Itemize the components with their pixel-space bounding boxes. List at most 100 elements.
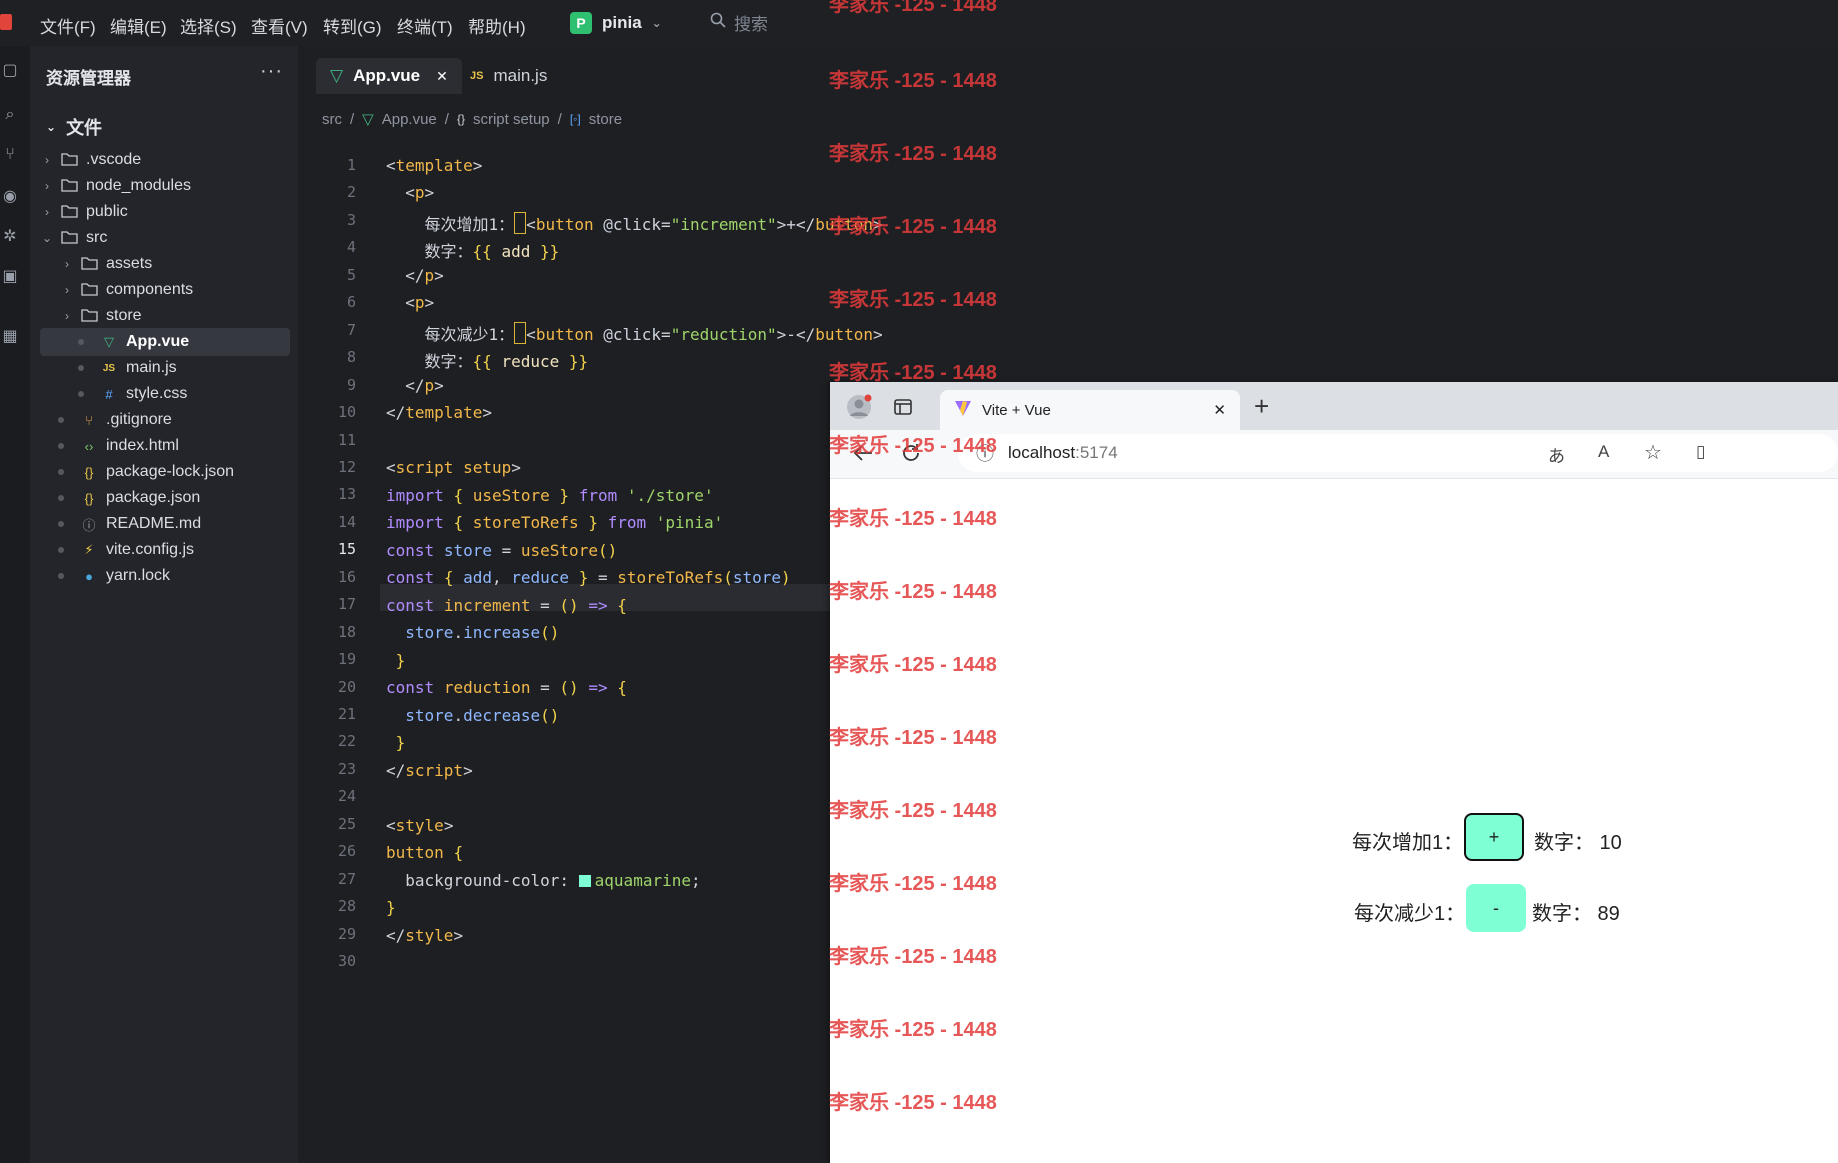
plugin-icon[interactable]: ◉ [0,186,20,206]
dot-indicator [58,521,64,527]
tree-item-label: store [106,307,142,324]
line-number: 4 [346,238,356,256]
breadcrumb-item[interactable]: App.vue [382,111,437,128]
url-host: localhost [1008,443,1076,462]
tree-item-label: README.md [106,515,202,532]
breadcrumb-item[interactable]: src [322,111,342,128]
json-icon: {} [84,490,94,506]
code-line: const increment = () => { [386,596,627,615]
tree-item-label: assets [106,255,153,272]
tab-main-js[interactable]: JS main.js [456,58,561,94]
tree-item-assets[interactable]: › assets [60,250,290,278]
folder-open-icon [60,230,78,247]
menu-goto[interactable]: 转到(G) [323,13,382,38]
chevron-right-icon: › [65,309,69,323]
code-line: import { storeToRefs } from 'pinia' [386,513,724,532]
tree-item-components[interactable]: › components [60,276,290,304]
tree-item-node-modules[interactable]: › node_modules [40,172,290,200]
tree-item-yarn-lock[interactable]: ● yarn.lock [40,562,290,590]
code-line: </p> [405,376,444,395]
url-port: :5174 [1075,443,1118,462]
profile-avatar-icon[interactable] [846,394,872,425]
address-bar[interactable]: ⓘ localhost :5174 あ A ☆ ▯ [958,434,1838,472]
tree-item-src[interactable]: ⌄ src [40,224,290,252]
menu-help[interactable]: 帮助(H) [468,13,526,38]
extensions-icon[interactable]: ▦ [0,326,20,346]
text-cursor [514,322,527,344]
tree-item-main-js[interactable]: JS main.js [40,354,290,382]
translate-icon[interactable]: あ [1548,442,1565,467]
line-number: 29 [337,925,356,943]
vue-icon: ▽ [362,111,374,128]
tree-item-style-css[interactable]: # style.css [40,380,290,408]
tab-actions-icon[interactable] [893,397,913,422]
braces-icon: {} [456,112,465,126]
more-icon[interactable]: ··· [260,60,283,83]
yarn-icon: ● [85,568,93,584]
folder-icon [80,256,98,273]
search-icon[interactable]: ⌕ [0,106,20,126]
dot-indicator [78,339,84,345]
line-number: 3 [346,211,356,229]
files-section-header[interactable]: ⌄ 文件 [46,114,102,140]
line-number: 2 [346,183,356,201]
remote-icon[interactable]: ▣ [0,266,20,286]
tree-item-vscode[interactable]: › .vscode [40,146,290,174]
line-number: 12 [337,458,356,476]
breadcrumb: src / ▽ App.vue / {} script setup / [◦] … [322,110,622,129]
browser-tab-strip: Vite + Vue ✕ + [830,382,1838,430]
tree-item-app-vue[interactable]: ▽ App.vue [40,328,290,356]
star-icon[interactable]: ☆ [1644,440,1662,465]
line-number: 6 [346,293,356,311]
close-icon[interactable]: ✕ [436,68,448,85]
read-aloud-icon[interactable]: A [1598,442,1609,462]
code-line: import { useStore } from './store' [386,486,714,505]
tab-app-vue[interactable]: ▽ App.vue ✕ [316,58,462,94]
menu-terminal[interactable]: 终端(T) [397,13,453,38]
tree-item-gitignore[interactable]: ⑂ .gitignore [40,406,290,434]
files-icon[interactable]: ▢ [0,60,20,80]
new-tab-icon[interactable]: + [1254,391,1269,422]
line-number: 14 [337,513,356,531]
tree-item-readme-md[interactable]: ⓘ README.md [40,510,290,538]
line-number: 21 [337,705,356,723]
vue-icon: ▽ [104,334,114,349]
line-number: 1 [346,156,356,174]
chevron-right-icon: › [45,205,49,219]
lightning-icon: ⚡ [84,542,94,557]
code-line: 数字：{{ reduce }} [424,352,589,371]
code-line: store.decrease() [405,706,560,725]
watermark-text: 李家乐 -125 - 1448 [829,946,997,968]
split-screen-icon[interactable]: ▯ [1696,442,1705,462]
menu-view[interactable]: 查看(V) [251,13,308,38]
tree-item-package-lock-json[interactable]: {} package-lock.json [40,458,290,486]
code-line: <p> [405,183,435,202]
css-icon: # [105,386,113,402]
code-line: <style> [386,816,454,835]
debug-icon[interactable]: ✲ [0,226,20,246]
breadcrumb-item[interactable]: store [589,111,622,128]
project-selector[interactable]: P pinia ⌄ [570,10,662,36]
reduction-button[interactable]: - [1466,884,1526,932]
dot-indicator [58,469,64,475]
tree-item-public[interactable]: › public [40,198,290,226]
folder-icon [60,152,78,169]
menu-file[interactable]: 文件(F) [40,13,96,38]
source-control-icon[interactable]: ⑂ [0,146,20,166]
tree-item-vite-config-js[interactable]: ⚡ vite.config.js [40,536,290,564]
menu-edit[interactable]: 编辑(E) [110,13,167,38]
tree-item-package-json[interactable]: {} package.json [40,484,290,512]
menu-selection[interactable]: 选择(S) [180,13,237,38]
command-search[interactable]: 搜索 [710,10,768,35]
color-swatch[interactable] [578,875,591,887]
watermark-text: 李家乐 -125 - 1448 [829,508,997,530]
breadcrumb-item[interactable]: script setup [473,111,550,128]
chevron-down-icon: ⌄ [46,120,57,134]
chevron-right-icon: › [45,179,49,193]
browser-tab[interactable]: Vite + Vue ✕ [940,390,1240,430]
code-line: const { add, reduce } = storeToRefs(stor… [386,568,791,587]
close-icon[interactable]: ✕ [1213,401,1226,419]
tree-item-index-html[interactable]: ‹› index.html [40,432,290,460]
tree-item-store[interactable]: › store [60,302,290,330]
increment-button[interactable]: + [1464,813,1524,861]
